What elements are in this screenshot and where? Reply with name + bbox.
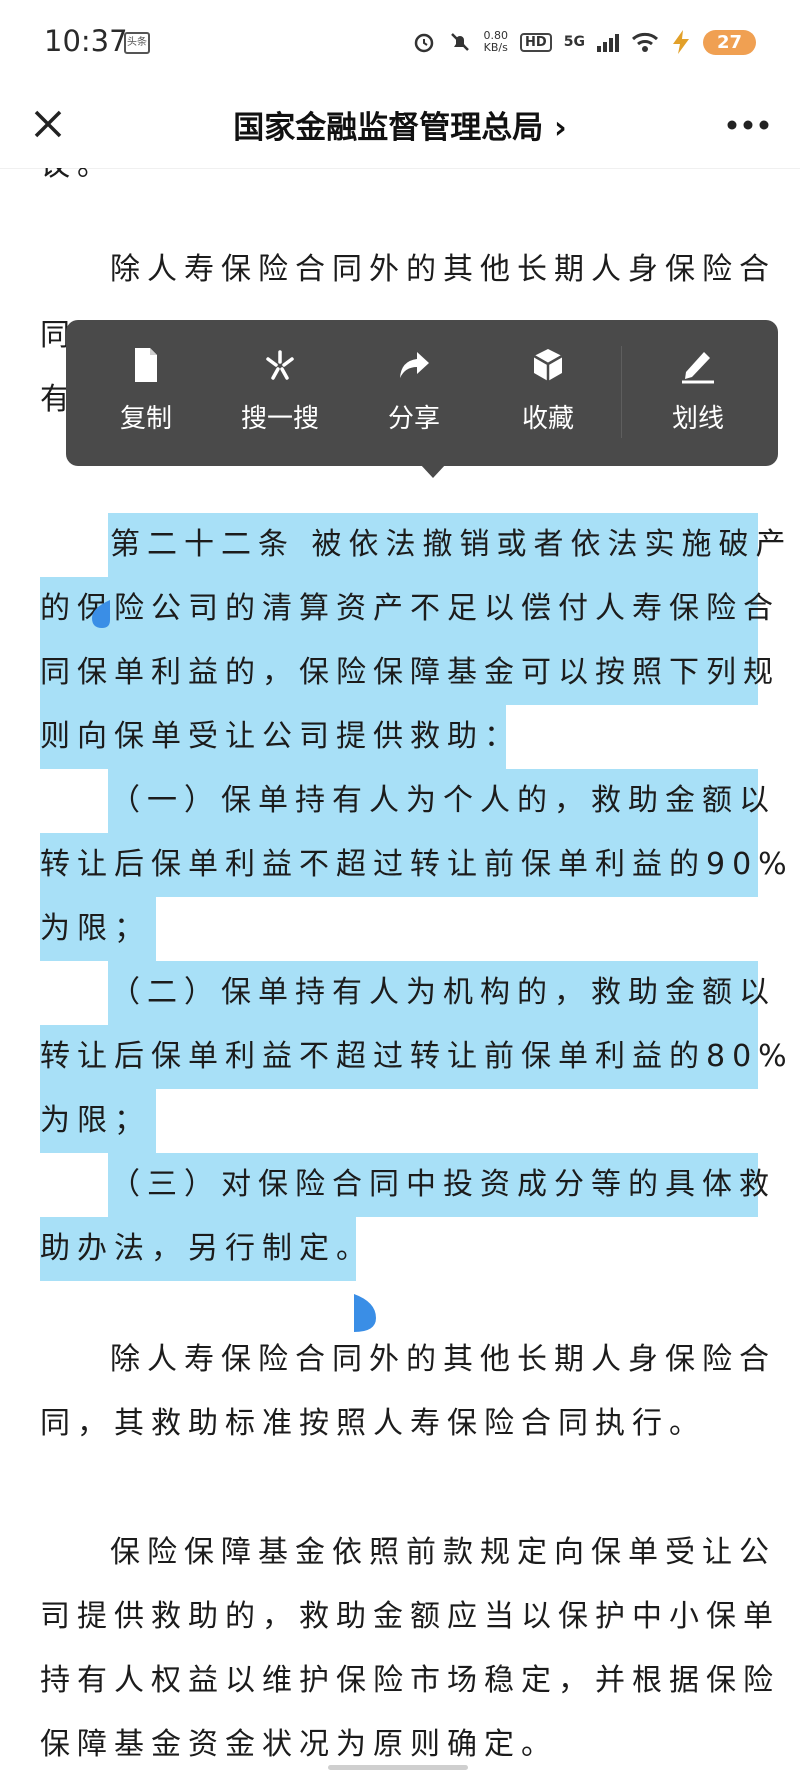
paragraph-line[interactable]: 则向保单受让公司提供救助： [40, 717, 521, 757]
favorite-button[interactable]: 收藏 [488, 346, 608, 446]
context-menu-pointer [420, 464, 446, 478]
search-label: 搜一搜 [240, 404, 319, 434]
battery-level: 27 [702, 29, 756, 55]
charging-icon [672, 30, 689, 54]
status-time: 10:37 [44, 24, 128, 58]
signal-5g-icon: 5G [563, 34, 585, 50]
selection-start-handle[interactable] [92, 580, 110, 628]
paragraph-line[interactable]: 同保单利益的，保险保障基金可以按照下列规 [40, 653, 780, 693]
paragraph-line: 司提供救助的，救助金额应当以保护中小保单 [40, 1599, 780, 1634]
paragraph-line: 除人寿保险合同外的其他长期人身保险合 [110, 252, 776, 287]
mute-bell-icon [450, 33, 469, 51]
pen-underline-icon [682, 352, 714, 384]
article-clause-title[interactable]: 第二十二条 被依法撤销或者依法实施破产 [110, 525, 793, 565]
underline-button[interactable]: 划线 [638, 346, 758, 446]
wifi-icon [631, 32, 658, 52]
hd-badge: HD [520, 32, 552, 52]
paragraph-line: 保障基金资金状况为原则确定。 [40, 1727, 558, 1762]
selection-context-menu: 复制 搜一搜 分享 收藏 划线 [66, 320, 778, 466]
paragraph-line[interactable]: （三）对保险合同中投资成分等的具体救 [110, 1165, 776, 1205]
more-button[interactable] [724, 110, 772, 140]
network-speed-unit: KB/s [483, 41, 508, 54]
paragraph-line[interactable]: 为限； [40, 909, 151, 949]
status-indicators: 0.80 KB/s HD 5G 27 [412, 26, 756, 58]
favorite-label: 收藏 [521, 404, 574, 434]
sparkle-search-icon [266, 350, 294, 380]
document-icon [135, 348, 157, 382]
paragraph-line[interactable]: 的保险公司的清算资产不足以偿付人寿保险合 [40, 589, 780, 629]
paragraph-line[interactable]: 转让后保单利益不超过转让前保单利益的90% [40, 845, 794, 885]
underline-label: 划线 [671, 404, 724, 434]
selection-end-handle[interactable] [354, 1284, 376, 1332]
share-label: 分享 [387, 404, 440, 434]
signal-bars-icon [596, 34, 619, 52]
paragraph-line[interactable]: （二）保单持有人为机构的，救助金额以 [110, 973, 776, 1013]
copy-button[interactable]: 复制 [86, 346, 206, 446]
paragraph-line: 议。 [40, 168, 114, 186]
share-arrow-icon [400, 352, 429, 378]
home-indicator[interactable] [328, 1765, 468, 1770]
network-speed: 0.80 KB/s [484, 30, 509, 54]
search-button[interactable]: 搜一搜 [220, 346, 340, 446]
paragraph-line: 同，其救助标准按照人寿保险合同执行。 [40, 1406, 706, 1441]
paragraph-line[interactable]: 转让后保单利益不超过转让前保单利益的80% [40, 1037, 794, 1077]
cube-icon [533, 349, 563, 381]
paragraph-line: 持有人权益以维护保险市场稳定，并根据保险 [40, 1663, 780, 1698]
alarm-icon [414, 33, 433, 53]
status-bar: 10:37 头条 0.80 KB/s HD 5G 27 [0, 0, 800, 82]
paragraph-line[interactable]: 为限； [40, 1101, 151, 1141]
account-title[interactable]: 国家金融监督管理总局 › [0, 102, 800, 147]
copy-label: 复制 [119, 404, 172, 434]
paragraph-line: 除人寿保险合同外的其他长期人身保险合 [110, 1342, 776, 1377]
share-button[interactable]: 分享 [354, 346, 474, 446]
paragraph-line[interactable]: （一）保单持有人为个人的，救助金额以 [110, 781, 776, 821]
paragraph-line: 保险保障基金依照前款规定向保单受让公 [110, 1535, 776, 1570]
news-app-icon: 头条 [124, 32, 150, 54]
menu-divider [621, 346, 622, 438]
more-dots-icon [727, 120, 769, 130]
nav-bar: 国家金融监督管理总局 › [0, 82, 800, 169]
paragraph-line[interactable]: 助办法，另行制定。 [40, 1229, 373, 1269]
